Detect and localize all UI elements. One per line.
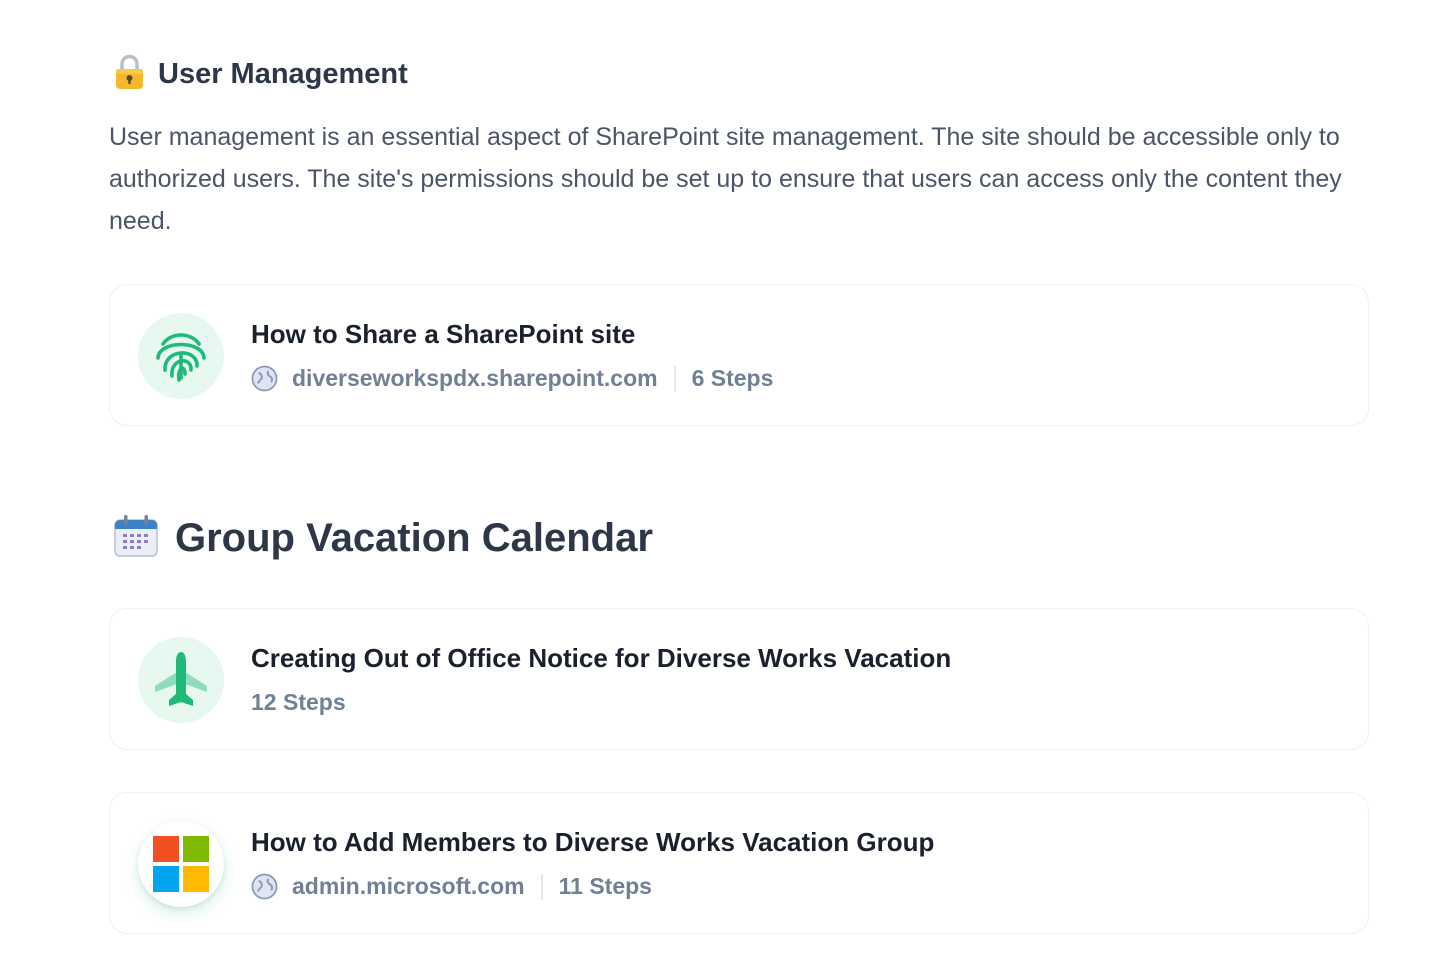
card-title[interactable]: How to Add Members to Diverse Works Vaca… [251,827,934,858]
guide-card-share-sharepoint[interactable]: How to Share a SharePoint site diversewo… [109,284,1369,426]
section-title: Group Vacation Calendar [175,516,653,560]
card-steps: 6 Steps [691,365,774,391]
globe-icon [251,365,278,392]
card-meta: 12 Steps [251,689,346,716]
group-vacation-calendar-heading: Group Vacation Calendar [113,514,653,563]
section-title: User Management [158,58,408,90]
card-title[interactable]: How to Share a SharePoint site [251,319,635,350]
page: User Management User management is an es… [0,0,1439,979]
calendar-icon [113,514,159,563]
fingerprint-icon [138,313,224,399]
airplane-icon [138,637,224,723]
user-management-heading: User Management [113,54,408,95]
lock-icon [113,54,146,95]
microsoft-logo-icon [138,821,224,907]
card-meta: admin.microsoft.com 11 Steps [251,873,652,900]
card-title[interactable]: Creating Out of Office Notice for Divers… [251,643,951,674]
section-description: User management is an essential aspect o… [109,123,1342,235]
guide-card-out-of-office[interactable]: Creating Out of Office Notice for Divers… [109,608,1369,750]
meta-divider [673,365,676,392]
card-domain: diverseworkspdx.sharepoint.com [292,365,658,391]
meta-divider [540,873,543,900]
card-steps: 11 Steps [558,873,652,899]
globe-icon [251,873,278,900]
card-steps: 12 Steps [251,689,346,715]
card-meta: diverseworkspdx.sharepoint.com 6 Steps [251,365,773,392]
guide-card-add-members[interactable]: How to Add Members to Diverse Works Vaca… [109,792,1369,934]
card-domain: admin.microsoft.com [292,873,525,899]
